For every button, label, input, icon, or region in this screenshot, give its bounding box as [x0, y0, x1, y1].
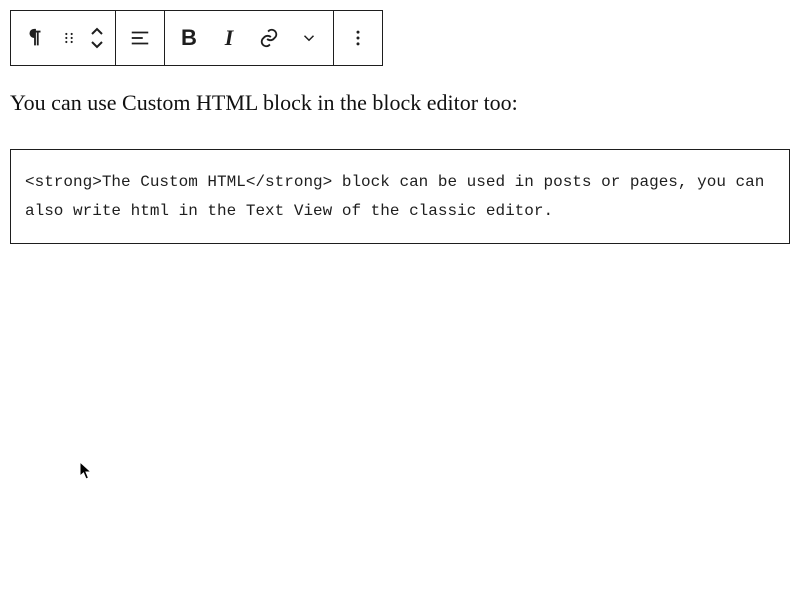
italic-button[interactable]: I — [209, 11, 249, 65]
paragraph-block[interactable]: You can use Custom HTML block in the blo… — [10, 88, 790, 119]
toolbar-group-more — [334, 11, 382, 65]
mouse-cursor — [79, 461, 95, 486]
chevron-down-icon — [300, 29, 318, 47]
align-button[interactable] — [120, 11, 160, 65]
paragraph-icon — [24, 27, 46, 49]
italic-icon: I — [225, 25, 234, 51]
link-button[interactable] — [249, 11, 289, 65]
toolbar-group-align — [116, 11, 165, 65]
more-vertical-icon — [348, 28, 368, 48]
more-options-button[interactable] — [338, 11, 378, 65]
custom-html-block[interactable]: <strong>The Custom HTML</strong> block c… — [10, 149, 790, 245]
toolbar-group-block — [11, 11, 116, 65]
toolbar-group-format: B I — [165, 11, 334, 65]
bold-button[interactable]: B — [169, 11, 209, 65]
chevron-updown-icon — [89, 27, 105, 49]
block-type-button[interactable] — [15, 11, 55, 65]
block-toolbar: B I — [10, 10, 383, 66]
align-left-icon — [129, 27, 151, 49]
drag-handle-button[interactable] — [55, 11, 83, 65]
drag-icon — [61, 30, 77, 46]
link-icon — [258, 27, 280, 49]
bold-icon: B — [181, 25, 197, 51]
more-format-button[interactable] — [289, 11, 329, 65]
move-updown-button[interactable] — [83, 11, 111, 65]
